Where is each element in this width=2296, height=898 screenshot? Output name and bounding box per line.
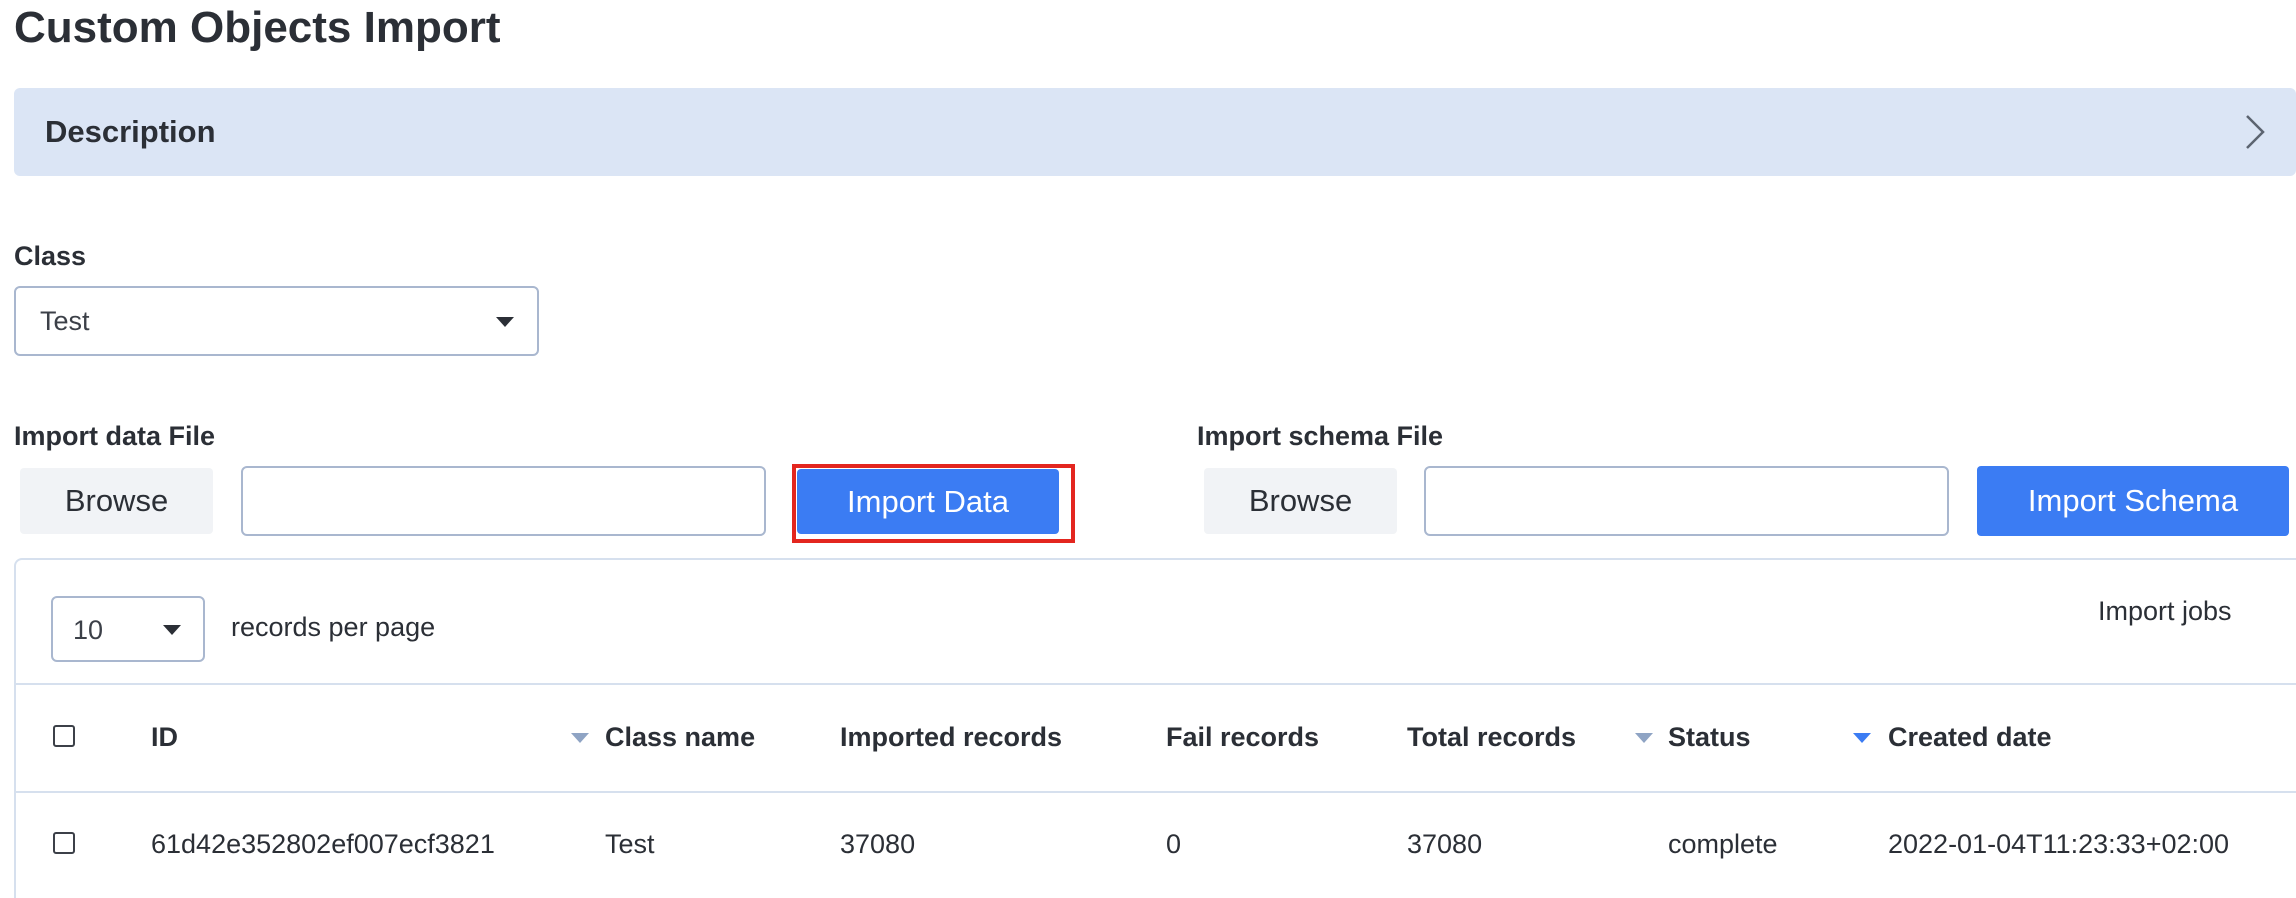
import-data-browse-button[interactable]: Browse (20, 468, 213, 534)
panel-divider (16, 683, 2296, 685)
sort-down-icon[interactable] (1635, 733, 1653, 743)
per-page-select[interactable]: 10 (51, 596, 205, 662)
cell-fail-records: 0 (1166, 829, 1182, 859)
cell-total-records: 37080 (1407, 829, 1483, 859)
import-schema-button[interactable]: Import Schema (1977, 466, 2289, 536)
column-header-id[interactable]: ID (151, 719, 178, 755)
per-page-value: 10 (73, 615, 104, 645)
import-data-label: Import data File (14, 421, 216, 451)
column-header-fail-records[interactable]: Fail records (1166, 719, 1319, 755)
column-header-class-name[interactable]: Class name (605, 719, 755, 755)
column-header-created-date[interactable]: Created date (1888, 719, 2052, 755)
column-header-total-records[interactable]: Total records (1407, 719, 1576, 755)
import-schema-label: Import schema File (1197, 421, 1444, 451)
cell-imported-records: 37080 (840, 829, 916, 859)
cell-class-name: Test (605, 829, 655, 859)
cell-status: complete (1668, 829, 1778, 859)
import-data-file-field[interactable] (241, 466, 766, 536)
chevron-right-icon[interactable] (2234, 112, 2274, 152)
import-schema-browse-button[interactable]: Browse (1204, 468, 1397, 534)
column-header-imported-records[interactable]: Imported records (840, 719, 1062, 755)
table-header-divider (16, 791, 2296, 793)
caret-down-icon (496, 317, 514, 327)
description-accordion[interactable] (14, 88, 2296, 176)
import-schema-file-field[interactable] (1424, 466, 1949, 536)
select-all-checkbox[interactable] (53, 725, 75, 747)
per-page-label: records per page (231, 612, 436, 642)
cell-id: 61d42e352802ef007ecf3821 (151, 829, 495, 859)
class-select[interactable]: Test (14, 286, 539, 356)
sort-down-icon[interactable] (571, 733, 589, 743)
import-data-button[interactable]: Import Data (797, 469, 1059, 534)
column-header-status[interactable]: Status (1668, 719, 1751, 755)
row-checkbox[interactable] (53, 832, 75, 854)
page-title: Custom Objects Import (14, 3, 501, 52)
import-jobs-title: Import jobs (2098, 596, 2232, 626)
cell-created-date: 2022-01-04T11:23:33+02:00 (1888, 829, 2230, 859)
caret-down-icon (163, 625, 181, 635)
sort-down-icon[interactable] (1853, 733, 1871, 743)
class-label: Class (14, 241, 87, 271)
class-select-value: Test (40, 306, 90, 336)
description-label: Description (45, 114, 216, 149)
